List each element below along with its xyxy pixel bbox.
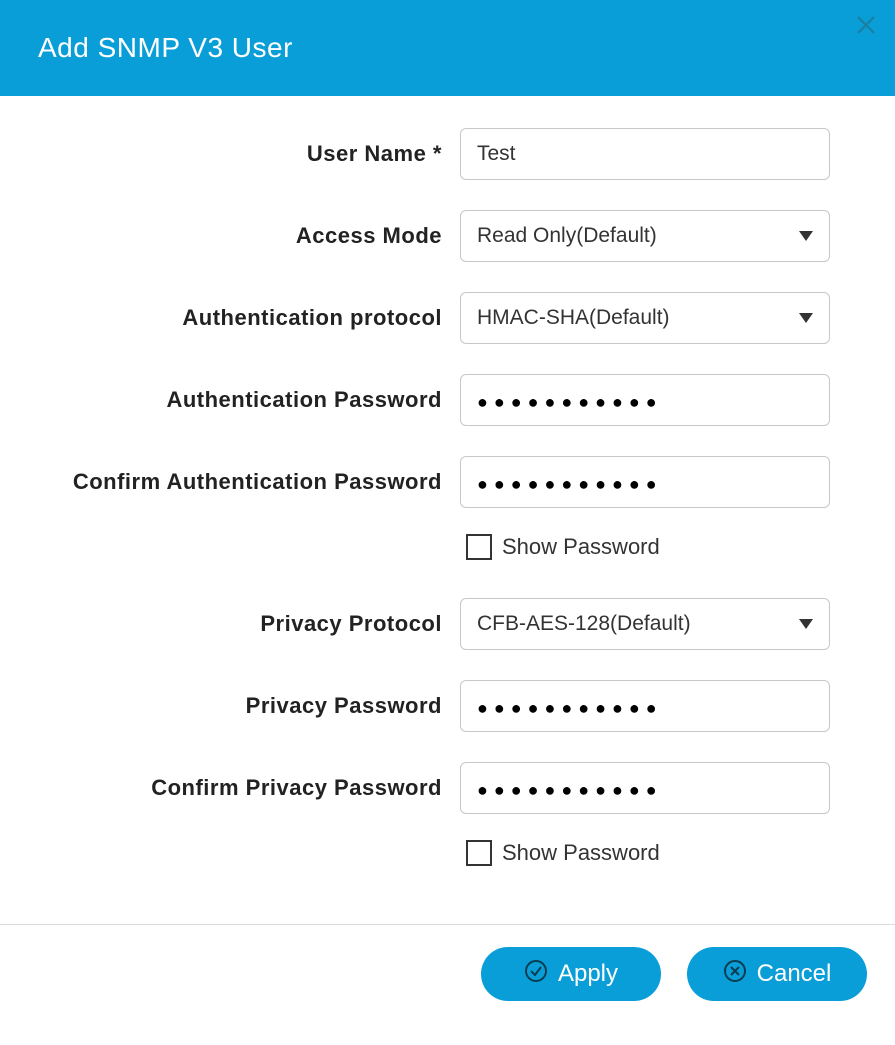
confirm-privacy-password-mask: ●●●●●●●●●●● [477,776,663,801]
dialog-title: Add SNMP V3 User [38,32,293,64]
auth-password-mask: ●●●●●●●●●●● [477,388,663,413]
privacy-protocol-value: CFB-AES-128(Default) [477,612,789,636]
access-mode-select[interactable]: Read Only(Default) [460,210,830,262]
row-access-mode: Access Mode Read Only(Default) [0,210,895,262]
snmp-user-form: User Name * Access Mode Read Only(Defaul… [0,96,895,924]
chevron-down-icon [799,619,813,629]
show-auth-password-checkbox[interactable] [466,534,492,560]
confirm-privacy-password-input[interactable]: ●●●●●●●●●●● [460,762,830,814]
privacy-password-input[interactable]: ●●●●●●●●●●● [460,680,830,732]
check-circle-icon [524,959,548,990]
label-confirm-privacy-password: Confirm Privacy Password [0,775,460,801]
auth-protocol-select[interactable]: HMAC-SHA(Default) [460,292,830,344]
label-auth-password: Authentication Password [0,387,460,413]
show-privacy-password-checkbox[interactable] [466,840,492,866]
row-confirm-auth-password: Confirm Authentication Password ●●●●●●●●… [0,456,895,508]
access-mode-value: Read Only(Default) [477,224,789,248]
row-auth-password: Authentication Password ●●●●●●●●●●● [0,374,895,426]
row-privacy-protocol: Privacy Protocol CFB-AES-128(Default) [0,598,895,650]
apply-button-label: Apply [558,960,618,988]
label-privacy-password: Privacy Password [0,693,460,719]
privacy-protocol-select[interactable]: CFB-AES-128(Default) [460,598,830,650]
chevron-down-icon [799,313,813,323]
privacy-password-mask: ●●●●●●●●●●● [477,694,663,719]
row-auth-protocol: Authentication protocol HMAC-SHA(Default… [0,292,895,344]
auth-protocol-value: HMAC-SHA(Default) [477,306,789,330]
apply-button[interactable]: Apply [481,947,661,1001]
close-icon[interactable] [855,14,877,36]
auth-password-input[interactable]: ●●●●●●●●●●● [460,374,830,426]
row-privacy-password: Privacy Password ●●●●●●●●●●● [0,680,895,732]
label-user-name: User Name * [0,141,460,167]
row-show-auth-password: Show Password [466,534,895,560]
confirm-auth-password-mask: ●●●●●●●●●●● [477,470,663,495]
cancel-button-label: Cancel [757,960,832,988]
show-privacy-password-label: Show Password [502,840,660,866]
show-auth-password-label: Show Password [502,534,660,560]
label-privacy-protocol: Privacy Protocol [0,611,460,637]
row-confirm-privacy-password: Confirm Privacy Password ●●●●●●●●●●● [0,762,895,814]
x-circle-icon [723,959,747,990]
row-user-name: User Name * [0,128,895,180]
label-auth-protocol: Authentication protocol [0,305,460,331]
confirm-auth-password-input[interactable]: ●●●●●●●●●●● [460,456,830,508]
user-name-input[interactable] [460,128,830,180]
dialog-footer: Apply Cancel [0,925,895,1001]
row-show-privacy-password: Show Password [466,840,895,866]
dialog-header: Add SNMP V3 User [0,0,895,96]
label-access-mode: Access Mode [0,223,460,249]
chevron-down-icon [799,231,813,241]
label-confirm-auth-password: Confirm Authentication Password [0,469,460,495]
cancel-button[interactable]: Cancel [687,947,867,1001]
